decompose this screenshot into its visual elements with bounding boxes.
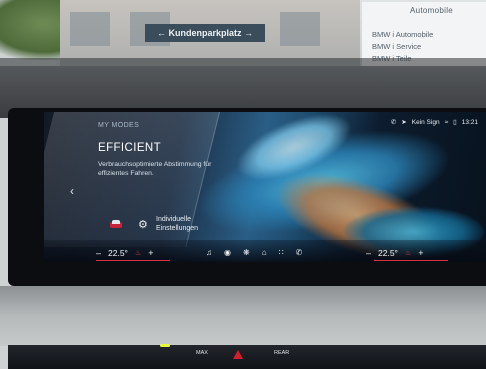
fan-icon[interactable]: ❋ bbox=[243, 248, 250, 257]
settings-gear-icon[interactable]: ⚙ bbox=[138, 218, 148, 231]
phone-icon: ✆ bbox=[390, 119, 397, 126]
temp-right-indicator bbox=[374, 259, 448, 261]
home-icon[interactable]: ⌂ bbox=[262, 248, 267, 257]
hazard-button-icon[interactable] bbox=[233, 350, 243, 359]
wiper bbox=[0, 58, 486, 66]
building-window bbox=[280, 12, 320, 46]
control-strip: MAX REAR bbox=[8, 345, 486, 369]
climate-left: – 22.5° ♨ + bbox=[96, 248, 154, 258]
temp-right-decrease-button[interactable]: – bbox=[366, 248, 371, 258]
car-icon[interactable] bbox=[108, 220, 124, 230]
temp-right-increase-button[interactable]: + bbox=[418, 248, 423, 258]
temp-left-decrease-button[interactable]: – bbox=[96, 248, 101, 258]
mode-description: Verbrauchsoptimierte Abstimmung für effi… bbox=[98, 161, 212, 177]
bottom-bar: – 22.5° ♨ + ♫ ◉ ❋ ⌂ ∷ ✆ – 22.5° ♨ + bbox=[44, 240, 486, 262]
navigation-arrow-icon: ➤ bbox=[401, 119, 407, 126]
dealer-sign-row: BMW i Automobile bbox=[372, 30, 434, 39]
apps-icon[interactable]: ∷ bbox=[279, 248, 284, 257]
temp-left-indicator bbox=[96, 259, 170, 261]
battery-icon: ▯ bbox=[453, 119, 457, 126]
media-icon[interactable]: ◉ bbox=[224, 248, 231, 257]
temp-left-value[interactable]: 22.5° bbox=[108, 248, 128, 258]
music-icon[interactable]: ♫ bbox=[206, 248, 212, 257]
dealer-brand-line: Automobile bbox=[410, 6, 454, 15]
rear-defrost-button[interactable]: REAR bbox=[274, 350, 289, 356]
signal-status: Kein Sign bbox=[411, 118, 440, 126]
seat-heat-left-icon[interactable]: ♨ bbox=[135, 249, 141, 257]
center-console bbox=[0, 286, 486, 346]
individual-settings-button[interactable]: Individuelle Einstellungen bbox=[156, 215, 216, 233]
my-modes-header: MY MODES bbox=[98, 122, 140, 129]
dock: ♫ ◉ ❋ ⌂ ∷ ✆ bbox=[206, 248, 302, 257]
seat-heat-right-icon[interactable]: ♨ bbox=[405, 249, 411, 257]
parking-sign: ← Kundenparkplatz → bbox=[145, 24, 265, 42]
temp-left-increase-button[interactable]: + bbox=[148, 248, 153, 258]
indicator-light bbox=[160, 344, 170, 347]
clock: 13:21 bbox=[461, 118, 478, 126]
wifi-off-icon: ≈ bbox=[444, 118, 449, 126]
infotainment-screen: ✆ ➤ Kein Sign ≈ ▯ 13:21 MY MODES EFFICIE… bbox=[44, 112, 486, 262]
climate-right: – 22.5° ♨ + bbox=[366, 248, 424, 258]
max-defrost-button[interactable]: MAX bbox=[196, 350, 208, 356]
temp-right-value[interactable]: 22.5° bbox=[378, 248, 398, 258]
dealer-sign-row: BMW i Service bbox=[372, 42, 422, 51]
mode-title: EFFICIENT bbox=[98, 142, 162, 154]
chevron-left-icon[interactable]: ‹ bbox=[70, 184, 74, 198]
building-window bbox=[70, 12, 110, 46]
status-bar: ✆ ➤ Kein Sign ≈ ▯ 13:21 bbox=[390, 118, 478, 127]
phone-icon[interactable]: ✆ bbox=[296, 248, 303, 257]
